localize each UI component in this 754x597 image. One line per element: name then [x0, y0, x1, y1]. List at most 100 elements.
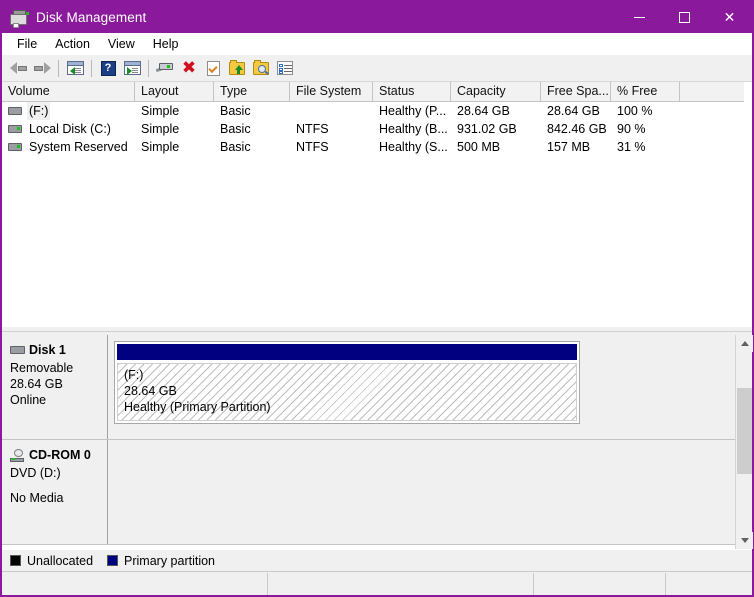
partition-status: Healthy (Primary Partition) [124, 400, 271, 414]
disk-row-disk1[interactable]: Disk 1 Removable 28.64 GB Online (F:) 28… [2, 335, 752, 440]
column-header-type[interactable]: Type [214, 82, 290, 102]
cell-percent-free: 31 % [617, 140, 646, 154]
volume-name: Local Disk (C:) [29, 122, 111, 136]
minimize-icon [634, 17, 645, 18]
cell-percent-free: 90 % [617, 122, 646, 136]
disk-kind: DVD (D:) [10, 466, 61, 480]
legend-item-unallocated: Unallocated [10, 554, 93, 568]
volume-plain-icon [8, 107, 22, 115]
menu-bar: File Action View Help [2, 33, 752, 55]
column-header-filler[interactable] [680, 82, 744, 102]
cell-free-space: 28.64 GB [547, 104, 600, 118]
column-header-status[interactable]: Status [373, 82, 451, 102]
legend-label-unallocated: Unallocated [27, 553, 94, 568]
partition-label: (F:) [124, 368, 144, 382]
disk-name: CD-ROM 0 [29, 448, 91, 462]
scroll-up-icon [740, 341, 749, 346]
cell-capacity: 28.64 GB [457, 104, 510, 118]
back-arrow-icon[interactable] [6, 57, 30, 79]
menu-item-view[interactable]: View [99, 35, 144, 53]
legend-item-primary-partition: Primary partition [107, 554, 215, 568]
cell-file-system: NTFS [296, 122, 329, 136]
disk-graphical-view: Disk 1 Removable 28.64 GB Online (F:) 28… [2, 335, 752, 549]
disk-row-cdrom0[interactable]: CD-ROM 0 DVD (D:) No Media [2, 440, 752, 545]
cell-capacity: 931.02 GB [457, 122, 517, 136]
up-one-level-icon[interactable] [63, 57, 87, 79]
cell-file-system: NTFS [296, 140, 329, 154]
menu-item-file[interactable]: File [8, 35, 46, 53]
cell-status: Healthy (S... [379, 140, 448, 154]
disk-icon [10, 346, 25, 354]
disk-state: No Media [10, 491, 64, 505]
delete-icon[interactable]: ✖ [177, 57, 201, 79]
disk-drive-icon [10, 9, 29, 28]
column-header-percent-free[interactable]: % Free [611, 82, 680, 102]
legend-swatch-unallocated [10, 555, 21, 566]
cell-volume: (F:) [2, 102, 135, 120]
forward-arrow-icon[interactable] [30, 57, 54, 79]
maximize-button[interactable] [662, 2, 707, 33]
cell-volume: System Reserved [2, 138, 135, 156]
cell-free-space: 157 MB [547, 140, 591, 154]
maximize-icon [679, 12, 690, 23]
partition-block-f[interactable]: (F:) 28.64 GB Healthy (Primary Partition… [114, 341, 580, 424]
cell-type: Basic [220, 104, 251, 118]
find-icon[interactable] [249, 57, 273, 79]
column-header-capacity[interactable]: Capacity [451, 82, 541, 102]
column-header-free-space[interactable]: Free Spa... [541, 82, 611, 102]
scroll-down-button[interactable] [736, 532, 753, 549]
status-section-2 [268, 572, 534, 595]
toolbar-separator [148, 59, 149, 77]
export-list-icon[interactable] [225, 57, 249, 79]
cell-status: Healthy (P... [379, 104, 447, 118]
menu-item-action[interactable]: Action [46, 35, 99, 53]
status-section-4 [666, 573, 752, 595]
cell-layout: Simple [141, 140, 180, 154]
cell-capacity: 500 MB [457, 140, 501, 154]
help-icon[interactable]: ? [96, 57, 120, 79]
disk-header-disk1[interactable]: Disk 1 Removable 28.64 GB Online [2, 335, 108, 439]
properties-check-icon[interactable] [201, 57, 225, 79]
volume-name: System Reserved [29, 140, 128, 154]
status-section-3 [534, 572, 666, 595]
close-button[interactable]: ✕ [707, 2, 752, 33]
scroll-down-icon [740, 538, 749, 543]
column-header-volume[interactable]: Volume [2, 82, 135, 102]
scroll-up-button[interactable] [736, 335, 753, 352]
table-row[interactable]: (F:) Simple Basic Healthy (P... 28.64 GB… [2, 102, 752, 120]
disk-size: 28.64 GB [10, 377, 63, 391]
cell-status: Healthy (B... [379, 122, 448, 136]
toolbar: ? ✖ [2, 55, 752, 82]
title-bar: Disk Management ✕ [2, 2, 752, 33]
cell-type: Basic [220, 140, 251, 154]
menu-item-help[interactable]: Help [144, 35, 188, 53]
disk-body-cdrom0 [108, 440, 752, 544]
table-row[interactable]: Local Disk (C:) Simple Basic NTFS Health… [2, 120, 752, 138]
splitter-grip [2, 331, 752, 332]
cell-file-system [290, 102, 373, 120]
legend: Unallocated Primary partition [2, 549, 752, 571]
rescan-disks-icon[interactable] [153, 57, 177, 79]
column-header-file-system[interactable]: File System [290, 82, 373, 102]
minimize-button[interactable] [617, 2, 662, 33]
disk-state: Online [10, 393, 47, 407]
cd-rom-icon [10, 448, 26, 462]
disk-pane-scrollbar[interactable] [735, 335, 753, 549]
volume-list-header: Volume Layout Type File System Status Ca… [2, 82, 752, 102]
volume-name: (F:) [27, 102, 51, 120]
legend-swatch-primary [107, 555, 119, 566]
show-hide-console-tree-icon[interactable] [120, 57, 144, 79]
cell-type: Basic [220, 122, 251, 136]
disk-kind: Removable [10, 361, 74, 375]
volume-list: Volume Layout Type File System Status Ca… [2, 82, 752, 326]
table-row[interactable]: System Reserved Simple Basic NTFS Health… [2, 138, 752, 156]
show-hide-action-pane-icon[interactable] [273, 57, 297, 79]
scrollbar-thumb[interactable] [737, 388, 752, 474]
scrollbar-track[interactable] [736, 352, 753, 532]
partition-size: 28.64 GB [124, 384, 177, 398]
disk-header-cdrom0[interactable]: CD-ROM 0 DVD (D:) No Media [2, 440, 108, 544]
column-header-layout[interactable]: Layout [135, 82, 214, 102]
disk-title: Disk 1 [10, 343, 107, 357]
cell-layout: Simple [141, 104, 180, 118]
